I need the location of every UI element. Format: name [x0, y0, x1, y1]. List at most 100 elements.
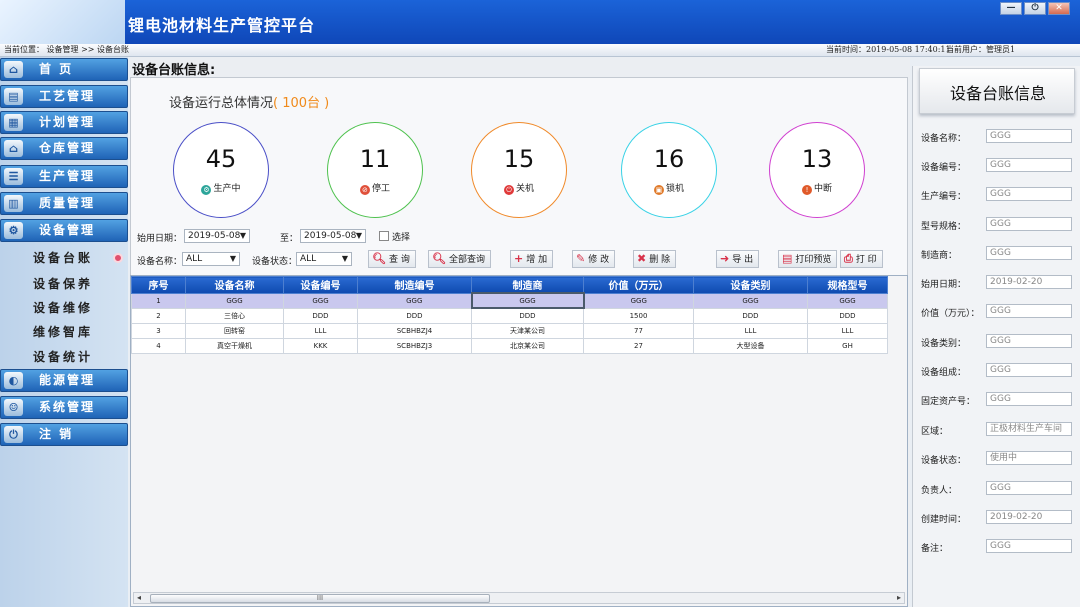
table-cell[interactable]: 27 [583, 337, 694, 354]
column-header[interactable]: 价值（万元） [583, 276, 694, 294]
device-composition-field[interactable]: GGG [986, 363, 1072, 377]
table-row[interactable]: 2 三倍心 DDD DDD DDD 1500 DDD DDD [131, 307, 888, 324]
delete-button[interactable]: ✖ 删 除 [633, 250, 677, 268]
table-cell[interactable]: LLL [283, 322, 358, 339]
scroll-right-icon[interactable]: ▸ [897, 593, 901, 603]
print-preview-button[interactable]: ▤ 打印预览 [778, 250, 838, 268]
column-header[interactable]: 序号 [131, 276, 186, 294]
print-button[interactable]: ⎙ 打 印 [840, 250, 883, 268]
table-cell[interactable]: GGG [470, 292, 585, 309]
device-name-field[interactable]: GGG [986, 129, 1072, 143]
table-cell[interactable]: 三倍心 [185, 307, 284, 324]
table-cell[interactable]: DDD [283, 307, 358, 324]
export-button[interactable]: ➜ 导 出 [716, 250, 760, 268]
table-cell[interactable]: SCBHBZJ4 [357, 322, 472, 339]
table-cell[interactable]: GGG [583, 292, 694, 309]
stat-stopped[interactable]: 11 ⊘ 停工 [327, 122, 423, 218]
end-date-picker[interactable]: 2019-05-08 ▼ [300, 229, 366, 243]
model-spec-field[interactable]: GGG [986, 217, 1072, 231]
fixed-asset-field[interactable]: GGG [986, 392, 1072, 406]
created-time-field[interactable]: 2019-02-20 [986, 510, 1072, 524]
responsible-person-field[interactable]: GGG [986, 481, 1072, 495]
table-cell[interactable]: 1500 [583, 307, 694, 324]
close-button[interactable]: ✕ [1048, 2, 1070, 15]
start-date-picker[interactable]: 2019-05-08 ▼ [184, 229, 250, 243]
table-cell[interactable]: DDD [807, 307, 888, 324]
menu-process[interactable]: ▤ 工艺管理 [0, 85, 128, 108]
menu-logout[interactable]: ⏻ 注 销 [0, 423, 128, 446]
menu-home[interactable]: ⌂ 首 页 [0, 58, 128, 81]
submenu-equipment-ledger[interactable]: 设备台账 [33, 249, 93, 266]
table-cell[interactable]: DDD [471, 307, 584, 324]
add-button[interactable]: + 增 加 [510, 250, 554, 268]
scroll-thumb[interactable]: III [150, 594, 490, 603]
menu-production[interactable]: ☰ 生产管理 [0, 165, 128, 188]
table-cell[interactable]: GH [807, 337, 888, 354]
device-status-field[interactable]: 使用中 [986, 451, 1072, 465]
column-header[interactable]: 设备类别 [693, 276, 808, 294]
table-cell[interactable]: DDD [693, 307, 808, 324]
menu-plan[interactable]: ▦ 计划管理 [0, 111, 128, 134]
query-all-button[interactable]: 🔍︎ 全部查询 [428, 250, 491, 268]
menu-equipment[interactable]: ⚙ 设备管理 [0, 219, 128, 242]
table-row[interactable]: 3 回转窑 LLL SCBHBZJ4 天津某公司 77 LLL LLL [131, 322, 888, 339]
power-button[interactable]: ⏻ [1024, 2, 1046, 15]
remarks-field[interactable]: GGG [986, 539, 1072, 553]
production-number-field[interactable]: GGG [986, 187, 1072, 201]
stat-locked[interactable]: 16 ▣ 锁机 [621, 122, 717, 218]
table-cell[interactable]: GGG [185, 292, 284, 309]
area-field[interactable]: 正极材料生产车间 [986, 422, 1072, 436]
table-cell[interactable]: GGG [807, 292, 888, 309]
device-status-select[interactable]: ALL ▼ [296, 252, 352, 266]
stat-label-text: 中断 [813, 184, 832, 194]
menu-system[interactable]: ☺ 系统管理 [0, 396, 128, 419]
table-cell[interactable]: GGG [693, 292, 808, 309]
submenu-equipment-maintenance[interactable]: 设备保养 [33, 275, 93, 292]
menu-energy[interactable]: ◐ 能源管理 [0, 369, 128, 392]
column-header[interactable]: 设备编号 [283, 276, 358, 294]
table-cell[interactable]: 大型设备 [693, 337, 808, 354]
table-cell[interactable]: KKK [283, 337, 358, 354]
column-header[interactable]: 制造商 [471, 276, 584, 294]
table-cell[interactable]: LLL [693, 322, 808, 339]
submenu-repair-knowledge[interactable]: 维修智库 [33, 323, 93, 340]
table-cell[interactable]: SCBHBZJ3 [357, 337, 472, 354]
stat-shutdown[interactable]: 15 ⏻ 关机 [471, 122, 567, 218]
table-cell[interactable]: LLL [807, 322, 888, 339]
table-cell[interactable]: 77 [583, 322, 694, 339]
column-header[interactable]: 规格型号 [807, 276, 888, 294]
table-cell[interactable]: GGG [283, 292, 358, 309]
manufacturer-field[interactable]: GGG [986, 246, 1072, 260]
minimize-button[interactable]: — [1000, 2, 1022, 15]
edit-button[interactable]: ✎ 修 改 [572, 250, 616, 268]
menu-warehouse[interactable]: ⌂ 仓库管理 [0, 137, 128, 160]
query-button[interactable]: 🔍︎ 查 询 [368, 250, 416, 268]
device-name-select[interactable]: ALL ▼ [182, 252, 240, 266]
submenu-equipment-stats[interactable]: 设备统计 [33, 348, 93, 365]
start-date-field[interactable]: 2019-02-20 [986, 275, 1072, 289]
table-cell[interactable]: 天津某公司 [471, 322, 584, 339]
table-row[interactable]: 4 真空干燥机 KKK SCBHBZJ3 北京某公司 27 大型设备 GH [131, 337, 888, 354]
stat-running[interactable]: 45 ⚙ 生产中 [173, 122, 269, 218]
stat-interrupted[interactable]: 13 ! 中断 [769, 122, 865, 218]
table-row[interactable]: 1 GGG GGG GGG GGG GGG GGG GGG [131, 292, 888, 309]
menu-quality[interactable]: ▥ 质量管理 [0, 192, 128, 215]
table-cell[interactable]: 北京某公司 [471, 337, 584, 354]
submenu-equipment-repair[interactable]: 设备维修 [33, 299, 93, 316]
scroll-left-icon[interactable]: ◂ [137, 593, 141, 603]
table-cell[interactable]: 3 [131, 322, 186, 339]
select-checkbox[interactable] [379, 231, 389, 241]
horizontal-scrollbar[interactable]: ◂ III ▸ [133, 592, 905, 604]
device-category-field[interactable]: GGG [986, 334, 1072, 348]
value-field[interactable]: GGG [986, 304, 1072, 318]
column-header[interactable]: 设备名称 [185, 276, 284, 294]
table-cell[interactable]: 1 [131, 292, 186, 309]
table-cell[interactable]: 真空干燥机 [185, 337, 284, 354]
device-number-field[interactable]: GGG [986, 158, 1072, 172]
table-cell[interactable]: 回转窑 [185, 322, 284, 339]
table-cell[interactable]: 2 [131, 307, 186, 324]
table-cell[interactable]: GGG [357, 292, 472, 309]
column-header[interactable]: 制造编号 [357, 276, 472, 294]
table-cell[interactable]: 4 [131, 337, 186, 354]
table-cell[interactable]: DDD [357, 307, 472, 324]
